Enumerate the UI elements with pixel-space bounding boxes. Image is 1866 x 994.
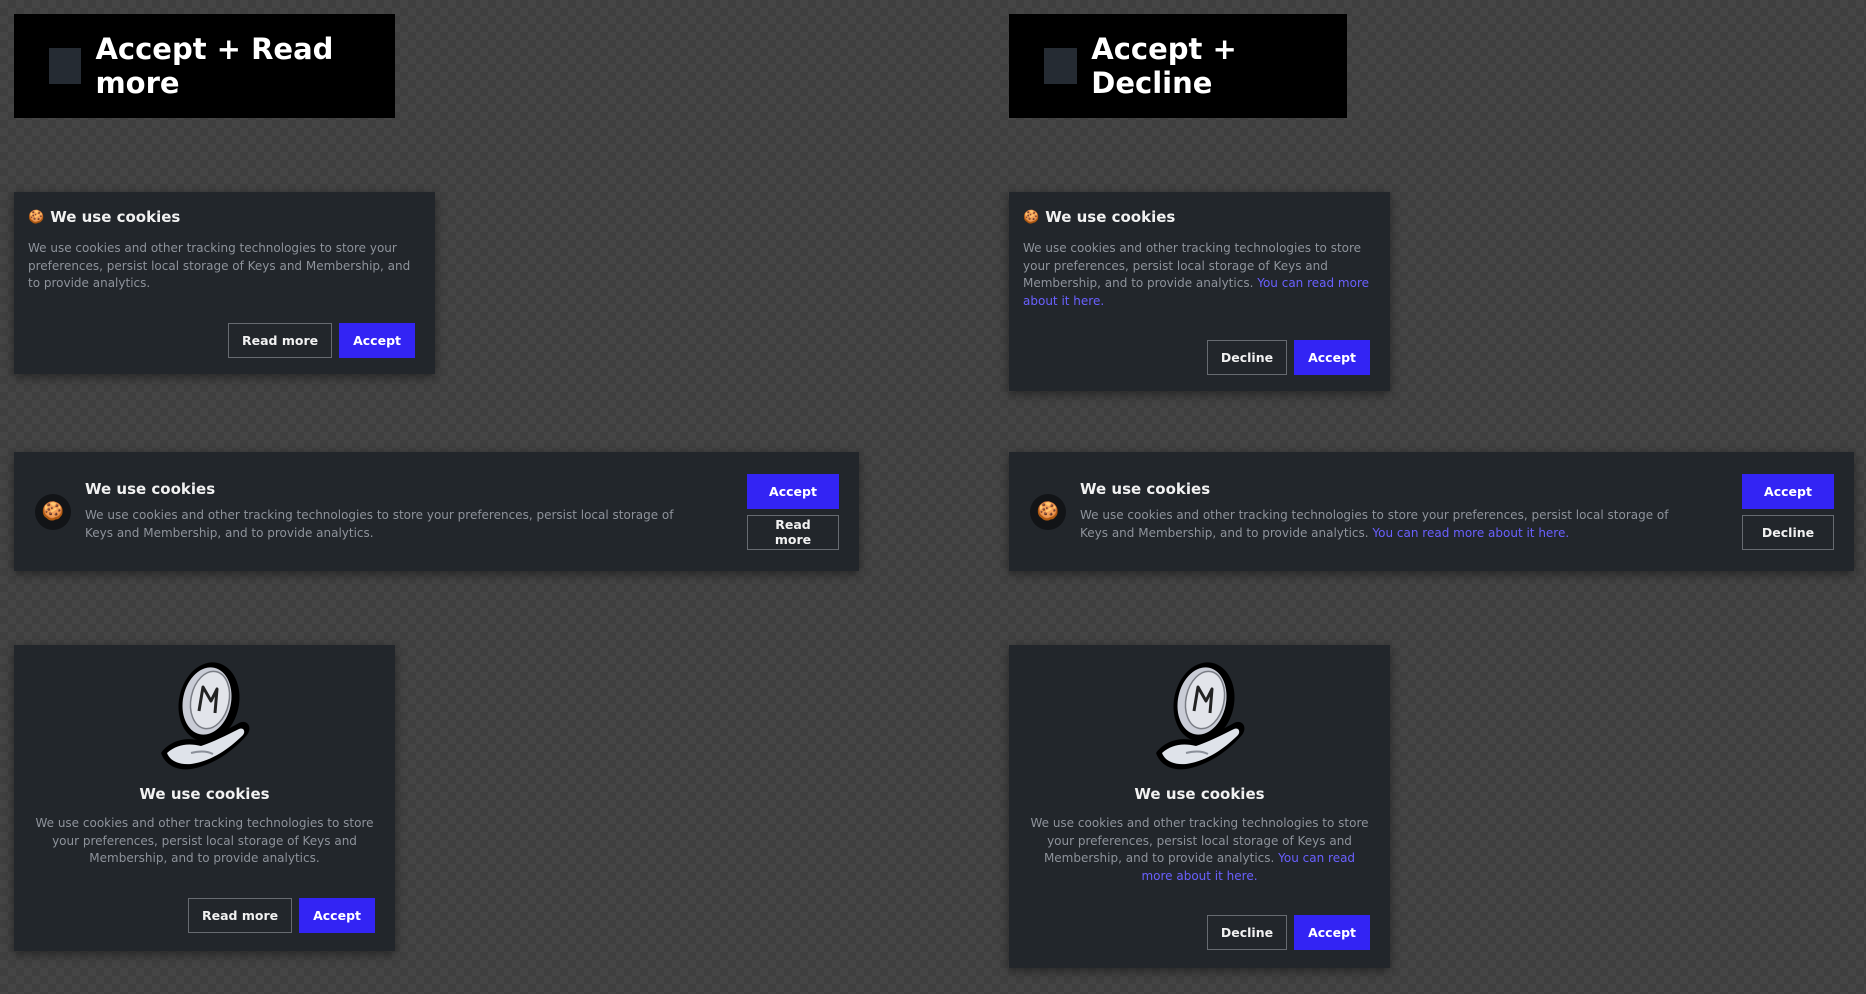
read-more-button[interactable]: Read more — [228, 322, 333, 358]
hand-holding-coin-illustration — [160, 662, 249, 770]
decline-button[interactable]: Decline — [1742, 514, 1834, 550]
card-body: We use cookies and other tracking techno… — [35, 816, 374, 866]
cookie-card-illustrated: We use cookies We use cookies and other … — [14, 645, 395, 951]
accept-button[interactable]: Accept — [299, 897, 375, 933]
accept-button[interactable]: Accept — [1294, 915, 1370, 951]
accept-button[interactable]: Accept — [1742, 473, 1834, 509]
section-title: Accept + Decline — [1091, 32, 1237, 100]
decline-button[interactable]: Decline — [1206, 915, 1288, 951]
read-more-button[interactable]: Read more — [747, 514, 839, 550]
card-body: We use cookies and other tracking techno… — [1030, 816, 1369, 883]
card-body: We use cookies and other tracking techno… — [1080, 508, 1669, 540]
header-square-icon — [1044, 48, 1078, 84]
cookie-card-illustrated: We use cookies We use cookies and other … — [1009, 645, 1390, 969]
cookie-card-small: 🍪 We use cookies We use cookies and othe… — [14, 192, 435, 374]
section-header: Accept + Read more — [14, 14, 395, 118]
card-title: We use cookies — [139, 785, 270, 803]
card-body: We use cookies and other tracking techno… — [28, 241, 411, 291]
accept-button[interactable]: Accept — [339, 322, 415, 358]
cookie-banner-wide: 🍪 We use cookies We use cookies and othe… — [1009, 452, 1854, 571]
cookie-banner-wide: 🍪 We use cookies We use cookies and othe… — [14, 452, 859, 571]
read-more-link[interactable]: You can read more about it here. — [1372, 526, 1569, 540]
cookie-icon: 🍪 — [35, 493, 71, 530]
header-square-icon — [49, 48, 82, 84]
section-header: Accept + Decline — [1009, 14, 1347, 118]
cookie-icon: 🍪 — [1030, 493, 1066, 530]
accept-button[interactable]: Accept — [747, 473, 839, 509]
hand-holding-coin-illustration — [1155, 662, 1244, 770]
cookie-icon: 🍪 — [1023, 209, 1040, 225]
cookie-icon: 🍪 — [28, 209, 45, 225]
card-title: We use cookies — [50, 208, 181, 226]
card-title: We use cookies — [1134, 785, 1265, 803]
section-title: Accept + Read more — [95, 32, 334, 100]
read-more-button[interactable]: Read more — [188, 897, 293, 933]
accept-button[interactable]: Accept — [1294, 340, 1370, 376]
card-title: We use cookies — [85, 480, 216, 499]
decline-button[interactable]: Decline — [1206, 340, 1288, 376]
cookie-card-small: 🍪 We use cookies We use cookies and othe… — [1009, 192, 1390, 392]
card-title: We use cookies — [1080, 480, 1211, 499]
card-body: We use cookies and other tracking techno… — [85, 508, 674, 540]
card-title: We use cookies — [1045, 208, 1176, 226]
card-body: We use cookies and other tracking techno… — [1023, 241, 1370, 308]
